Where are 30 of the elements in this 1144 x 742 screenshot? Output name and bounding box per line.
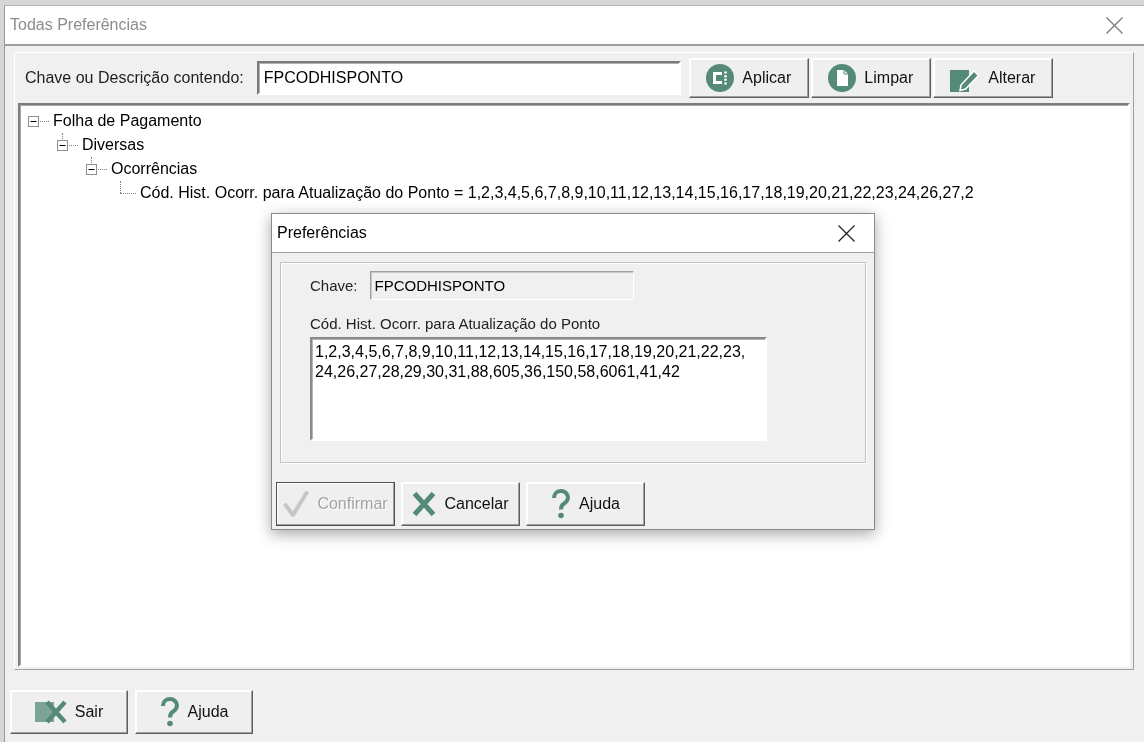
check-icon	[283, 490, 310, 518]
question-mark-icon	[551, 489, 572, 519]
exit-icon	[34, 700, 67, 724]
tree-item[interactable]: Diversas	[82, 136, 145, 154]
minus-box-icon[interactable]	[57, 139, 68, 151]
page-disc-icon	[828, 64, 857, 92]
minus-box-icon[interactable]	[86, 163, 97, 175]
tree-item[interactable]: Ocorrências	[111, 160, 198, 178]
search-field[interactable]: FPCODHISPONTO	[256, 61, 681, 95]
value-label: Cód. Hist. Ocorr. para Atualização do Ponto	[310, 315, 601, 333]
question-mark-icon	[159, 697, 180, 727]
edit-button[interactable]: Alterar	[932, 58, 1053, 98]
cross-icon	[412, 491, 437, 517]
window-title: Todas Preferências	[9, 16, 147, 34]
close-icon[interactable]	[838, 224, 855, 242]
key-label: Chave:	[310, 277, 358, 294]
minus-box-icon[interactable]	[28, 115, 39, 127]
cancel-button[interactable]: Cancelar	[401, 482, 520, 526]
apply-button[interactable]: Aplicar	[688, 58, 809, 98]
help-button[interactable]: Ajuda	[135, 690, 253, 734]
help-button[interactable]: Ajuda	[526, 482, 645, 526]
exit-button[interactable]: Sair	[10, 690, 128, 734]
tree-item[interactable]: Cód. Hist. Ocorr. para Atualização do Ponto = 1,2,3,4,5,6,7,8,9,10,11,12,13,14,15,16,17,18,19,20,21,22,23,24,26,27,2	[140, 184, 974, 202]
key-field[interactable]: FPCODHISPONTO	[369, 271, 634, 300]
text-area[interactable]: 1,2,3,4,5,6,7,8,9,10,11,12,13,14,15,16,17,18,19,20,21,22,23,24,26,27,28,29,30,31,88,605,36,150,58,6061,41,42	[310, 337, 767, 441]
tree-item[interactable]: Folha de Pagamento	[53, 112, 202, 130]
clear-button[interactable]: Limpar	[810, 58, 931, 98]
bracket-disc-icon	[706, 64, 735, 92]
search-label: Chave ou Descrição contendo:	[25, 69, 244, 87]
dialog-title: Preferências	[276, 224, 367, 242]
